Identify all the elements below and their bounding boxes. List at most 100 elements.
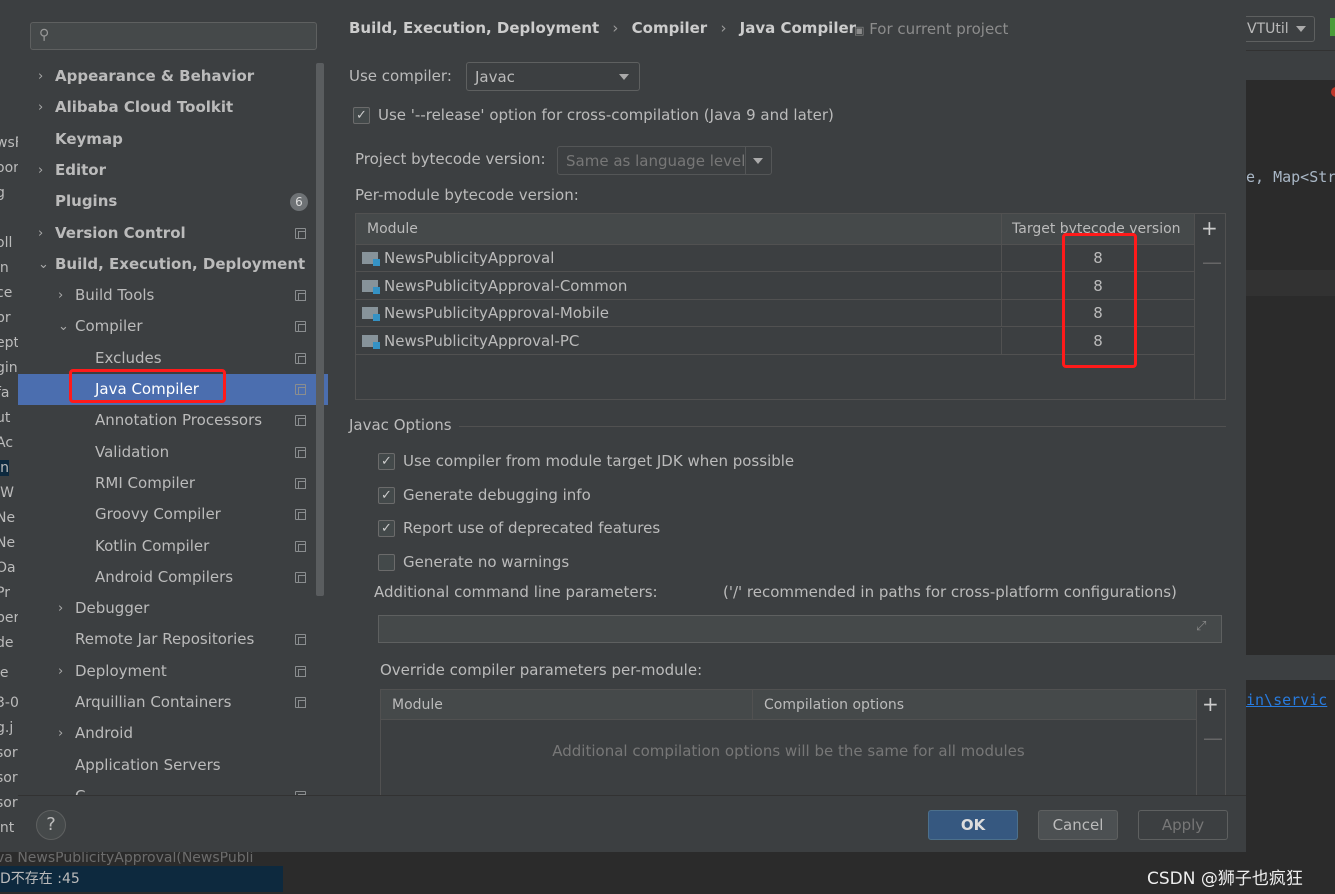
chevron-down-icon	[1296, 26, 1306, 32]
background-text-fragment: Ne	[0, 535, 16, 551]
sidebar-item-label: Validation	[95, 442, 170, 461]
apply-button[interactable]: Apply	[1138, 810, 1228, 840]
use-compiler-dropdown[interactable]: Javac	[466, 62, 640, 91]
sidebar-item-plugins[interactable]: Plugins 6	[18, 186, 328, 217]
sidebar-item-editor[interactable]: › Editor	[18, 155, 328, 186]
sidebar-item-label: Remote Jar Repositories	[75, 630, 255, 649]
remove-icon[interactable]: —	[1203, 726, 1223, 750]
sidebar-item-c[interactable]: C...	[18, 781, 328, 795]
settings-sidebar: ⚲ › Appearance & Behavior › Alibaba Cloud T…	[18, 0, 328, 795]
sidebar-item-compiler[interactable]: ⌄ Compiler	[18, 311, 328, 342]
background-text-fragment: In	[0, 460, 10, 476]
sidebar-item-annotation-processors[interactable]: Annotation Processors	[18, 405, 328, 436]
module-name: NewsPublicityApproval	[384, 249, 555, 267]
sidebar-item-arquillian-containers[interactable]: Arquillian Containers	[18, 687, 328, 718]
sidebar-item-remote-jar-repositories[interactable]: Remote Jar Repositories	[18, 624, 328, 655]
sidebar-item-label: Android	[75, 724, 133, 743]
help-button[interactable]: ?	[36, 810, 66, 840]
sidebar-item-build-execution-deployment[interactable]: ⌄ Build, Execution, Deployment	[18, 249, 328, 280]
sidebar-item-kotlin-compiler[interactable]: Kotlin Compiler	[18, 531, 328, 562]
sidebar-item-version-control[interactable]: › Version Control	[18, 218, 328, 249]
run-icon[interactable]	[1330, 18, 1335, 36]
breadcrumb-item[interactable]: Build, Execution, Deployment	[349, 19, 599, 37]
background-text-fragment: ept	[0, 335, 18, 351]
javac-option-checkbox[interactable]: ✓	[378, 520, 395, 538]
sidebar-item-validation[interactable]: Validation	[18, 437, 328, 468]
dialog-footer: ? OK Cancel Apply	[18, 795, 1246, 852]
chevron-down-icon[interactable]: ⌄	[58, 311, 69, 342]
chevron-down-icon	[619, 74, 629, 80]
project-bytecode-dropdown[interactable]: Same as language level	[557, 146, 772, 175]
sidebar-item-rmi-compiler[interactable]: RMI Compiler	[18, 468, 328, 499]
ok-button[interactable]: OK	[928, 810, 1018, 840]
background-text-fragment: sor	[0, 795, 18, 811]
background-status-area: va NewsPublicityApproval(NewsPubli D不存在 …	[0, 850, 283, 894]
column-header-module[interactable]: Module	[356, 214, 1002, 245]
sidebar-item-appearance-behavior[interactable]: › Appearance & Behavior	[18, 61, 328, 92]
javac-option-label: Generate no warnings	[403, 553, 570, 572]
chevron-right-icon[interactable]: ›	[58, 656, 63, 687]
sidebar-scrollbar[interactable]	[316, 63, 324, 596]
csdn-watermark: CSDN @狮子也疯狂	[1147, 869, 1303, 889]
project-scope-icon	[295, 697, 306, 708]
sidebar-item-groovy-compiler[interactable]: Groovy Compiler	[18, 499, 328, 530]
project-scope-icon	[295, 446, 306, 458]
javac-option-checkbox[interactable]	[378, 554, 395, 572]
sidebar-item-alibaba-cloud-toolkit[interactable]: › Alibaba Cloud Toolkit	[18, 92, 328, 123]
column-header-module[interactable]: Module	[381, 690, 753, 720]
sidebar-item-label: Kotlin Compiler	[95, 536, 210, 555]
override-table: Module Compilation options Additional co…	[380, 689, 1226, 800]
override-label: Override compiler parameters per-module:	[380, 661, 703, 679]
sidebar-item-android[interactable]: › Android	[18, 718, 328, 749]
background-text-fragment: int	[0, 820, 15, 836]
javac-option-checkbox[interactable]: ✓	[378, 453, 395, 470]
project-scope-icon: ▣	[854, 24, 865, 37]
settings-search-input[interactable]: ⚲	[30, 22, 317, 50]
breadcrumb-item[interactable]: Compiler	[632, 19, 708, 37]
background-text-fragment: oor	[0, 160, 18, 176]
per-module-label: Per-module bytecode version:	[355, 186, 579, 204]
column-header-compilation-options[interactable]: Compilation options	[753, 690, 1196, 720]
cancel-button[interactable]: Cancel	[1038, 810, 1118, 840]
file-link[interactable]: in\servic	[1246, 691, 1327, 709]
sidebar-item-keymap[interactable]: Keymap	[18, 124, 328, 155]
sidebar-item-build-tools[interactable]: › Build Tools	[18, 280, 328, 311]
sidebar-item-android-compilers[interactable]: Android Compilers	[18, 562, 328, 593]
chevron-right-icon[interactable]: ›	[58, 718, 63, 749]
remove-icon[interactable]: —	[1202, 250, 1222, 274]
chevron-right-icon[interactable]: ›	[58, 280, 63, 311]
background-text-fragment: Ac	[0, 435, 14, 451]
javac-option-label: Use compiler from module target JDK when…	[403, 452, 795, 470]
background-text-fragment: gin	[0, 360, 18, 376]
error-marker-icon	[1331, 87, 1335, 97]
javac-option-checkbox[interactable]: ✓	[378, 486, 395, 504]
background-text-fragment: sor	[0, 770, 18, 786]
module-folder-icon	[362, 279, 380, 294]
sidebar-item-label: Android Compilers	[95, 567, 234, 586]
project-scope-icon	[295, 415, 306, 427]
add-icon[interactable]: +	[1201, 216, 1218, 240]
chevron-right-icon[interactable]: ›	[38, 61, 43, 92]
additional-params-input[interactable]	[378, 615, 1222, 643]
add-icon[interactable]: +	[1202, 692, 1219, 716]
run-config-dropdown[interactable]: VTUtil	[1246, 16, 1315, 42]
sidebar-item-deployment[interactable]: › Deployment	[18, 656, 328, 687]
sidebar-item-label: Compiler	[75, 317, 143, 336]
project-scope-icon	[295, 290, 306, 302]
chevron-right-icon[interactable]: ›	[58, 593, 63, 624]
chevron-right-icon[interactable]: ›	[38, 92, 43, 123]
additional-params-label: Additional command line parameters:	[374, 583, 658, 601]
release-option-checkbox[interactable]: ✓	[353, 107, 370, 124]
sidebar-item-label: Plugins	[55, 192, 118, 211]
chevron-down-icon[interactable]: ⌄	[38, 249, 49, 280]
sidebar-item-debugger[interactable]: › Debugger	[18, 593, 328, 624]
background-text-fragment: ce	[0, 285, 13, 301]
expand-icon[interactable]: ⤢	[1196, 619, 1206, 634]
sidebar-item-application-servers[interactable]: Application Servers	[18, 750, 328, 781]
settings-dialog: ⚲ › Appearance & Behavior › Alibaba Cloud T…	[18, 0, 1246, 852]
chevron-right-icon[interactable]: ›	[38, 218, 43, 249]
background-ide-project-tree: wsF oor g oll in ce pr ept gin fa ut Ac In IW Ne Ne Oa Pr…	[0, 0, 18, 852]
sidebar-item-label: Application Servers	[75, 755, 221, 774]
background-text-fragment: ut	[0, 410, 11, 426]
chevron-right-icon[interactable]: ›	[38, 155, 43, 186]
